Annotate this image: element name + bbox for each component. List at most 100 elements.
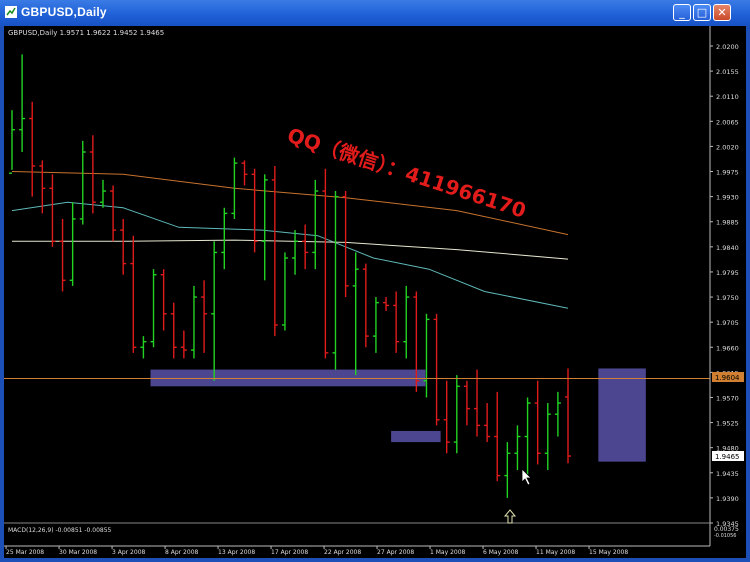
price-tick-label: 2.0020 — [716, 143, 739, 151]
ohlc-bar — [99, 179, 106, 208]
time-tick-label: 13 Apr 2008 — [218, 549, 255, 556]
price-tick-label: 1.9840 — [716, 244, 739, 252]
ohlc-bar — [484, 403, 491, 443]
ohlc-bar — [322, 168, 329, 359]
window-title: GBPUSD,Daily — [21, 5, 107, 19]
macd-panel: MACD(12,26,9) -0.00851 -0.00855 0.00375 … — [4, 522, 739, 539]
title-bar[interactable]: GBPUSD,Daily _ □ ✕ — [0, 0, 750, 26]
price-tick-label: 1.9705 — [716, 319, 739, 327]
ohlc-bar — [504, 442, 511, 498]
ohlc-bar — [79, 140, 86, 225]
time-tick-label: 3 Apr 2008 — [112, 549, 145, 556]
ohlc-bar — [554, 391, 561, 437]
ohlc-bar — [383, 297, 390, 311]
ohlc-bar — [69, 202, 76, 286]
zone-rectangle[interactable] — [598, 368, 646, 462]
maximize-button[interactable]: □ — [693, 4, 711, 21]
ohlc-bar — [453, 375, 460, 454]
moving-average-line — [12, 239, 569, 260]
ohlc-bar — [89, 135, 96, 214]
time-tick-label: 25 Mar 2008 — [6, 549, 44, 556]
ohlc-bar — [201, 280, 208, 353]
ohlc-bar — [251, 168, 258, 253]
ohlc-bar — [433, 313, 440, 426]
ohlc-bar — [524, 397, 531, 476]
ohlc-bar — [241, 160, 248, 186]
price-tick-label: 1.9750 — [716, 294, 739, 302]
time-tick-label: 11 May 2008 — [536, 549, 575, 556]
ohlc-bar — [544, 403, 551, 470]
ohlc-bar — [494, 391, 501, 482]
ohlc-bar — [160, 269, 167, 331]
ohlc-bar — [372, 297, 379, 353]
price-tick-label: 1.9885 — [716, 219, 739, 227]
chart-window-icon — [5, 6, 17, 18]
ohlc-bar — [312, 179, 319, 270]
up-arrow-icon — [503, 509, 517, 524]
price-tick-label: 1.9930 — [716, 194, 739, 202]
ohlc-bar — [170, 302, 177, 359]
price-tick-label: 1.9975 — [716, 169, 739, 177]
time-tick-label: 1 May 2008 — [430, 549, 465, 556]
ohlc-bar — [403, 285, 410, 359]
ohlc-bar — [9, 110, 15, 174]
zone-rectangle[interactable] — [391, 430, 441, 443]
ohlc-bar — [281, 252, 288, 331]
price-tick-label: 2.0065 — [716, 118, 739, 126]
price-tick-label: 1.9660 — [716, 344, 739, 352]
moving-average-line — [11, 201, 569, 309]
ohlc-bar — [120, 218, 127, 275]
ohlc-bar — [352, 252, 359, 376]
time-tick-label: 30 Mar 2008 — [59, 549, 97, 556]
ohlc-bar — [19, 54, 26, 152]
ohlc-bar — [150, 269, 157, 348]
ohlc-bar — [332, 191, 339, 370]
ohlc-bar — [190, 285, 197, 359]
symbol-info: GBPUSD,Daily 1.9571 1.9622 1.9452 1.9465 — [8, 29, 164, 37]
price-tick-label: 1.9795 — [716, 269, 739, 277]
price-chart[interactable]: 2.0200 2.0155 2.0110 2.0065 2.0020 1.9975 1.99… — [4, 26, 746, 558]
ohlc-bar — [211, 241, 218, 381]
support-zones — [150, 368, 646, 462]
time-tick-label: 27 Apr 2008 — [377, 549, 414, 556]
ohlc-bar — [474, 369, 481, 437]
macd-label: MACD(12,26,9) -0.00851 -0.00855 — [8, 527, 112, 534]
level-price-label: 1.9604 — [715, 374, 740, 382]
ohlc-bar — [463, 380, 470, 426]
current-price-label: 1.9465 — [715, 453, 740, 461]
price-bars — [9, 54, 571, 498]
terminal-window: GBPUSD,Daily _ □ ✕ 2.0200 2.0155 2.0110 2.0… — [0, 0, 750, 562]
time-tick-label: 22 Apr 2008 — [324, 549, 361, 556]
ohlc-bar — [221, 207, 228, 270]
macd-scale-top: 0.00375 — [714, 526, 739, 533]
ohlc-bar — [180, 330, 187, 359]
time-tick-label: 6 May 2008 — [483, 549, 518, 556]
ohlc-bar — [302, 224, 309, 270]
price-tick-label: 2.0155 — [716, 68, 739, 76]
price-tick-label: 1.9435 — [716, 470, 739, 478]
window-border — [0, 558, 750, 562]
ohlc-bar — [565, 368, 571, 464]
ohlc-bar — [514, 425, 521, 470]
ohlc-bar — [29, 101, 36, 197]
price-tick-label: 2.0200 — [716, 43, 739, 51]
ohlc-bar — [534, 380, 541, 465]
macd-scale-bottom: -0.01056 — [714, 533, 736, 539]
time-axis: 25 Mar 2008 30 Mar 2008 3 Apr 2008 8 Apr 20… — [5, 546, 628, 556]
ohlc-bar — [140, 336, 147, 359]
chart-area[interactable]: 2.0200 2.0155 2.0110 2.0065 2.0020 1.9975 1.99… — [4, 26, 746, 558]
ohlc-bar — [49, 174, 56, 247]
price-tick-label: 1.9570 — [716, 394, 739, 402]
time-tick-label: 17 Apr 2008 — [271, 549, 308, 556]
price-tick-label: 1.9525 — [716, 420, 739, 428]
ohlc-bar — [342, 191, 349, 298]
close-button[interactable]: ✕ — [713, 4, 731, 21]
ohlc-bar — [393, 291, 400, 353]
ohlc-bar — [292, 230, 299, 275]
ohlc-bar — [110, 185, 117, 242]
price-tick-label: 1.9390 — [716, 495, 739, 503]
watermark-text: QQ（微信）：411966170 — [284, 123, 528, 223]
zone-rectangle[interactable] — [150, 369, 426, 387]
time-tick-label: 15 May 2008 — [589, 549, 628, 556]
minimize-button[interactable]: _ — [673, 4, 691, 21]
